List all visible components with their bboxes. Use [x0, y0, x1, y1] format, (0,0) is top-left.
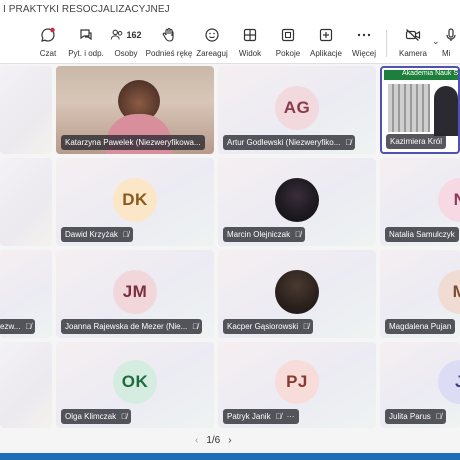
participant-name: Katarzyna Pawelek (Niezweryfikowa...	[61, 135, 205, 150]
mic-button[interactable]: Mi	[442, 26, 460, 58]
prev-page-chevron-icon[interactable]: ‹	[195, 435, 198, 446]
taskbar-strip	[0, 453, 460, 460]
more-options-icon[interactable]: ···	[287, 412, 295, 421]
participant-name: Patryk Janik 🎙̸ ···	[223, 409, 299, 424]
avatar: J	[438, 360, 460, 404]
mic-icon	[442, 26, 460, 44]
avatar: JM	[113, 270, 157, 314]
chat-label: Czat	[39, 49, 57, 58]
more-icon	[355, 26, 373, 44]
participant-tile[interactable]: N Natalia Samulczyk	[380, 158, 460, 246]
grid-view-icon	[241, 26, 259, 44]
participant-tile[interactable]: Katarzyna Pawelek (Niezweryfikowa...	[56, 66, 214, 154]
title-bar: I PRAKTYKI RESOCJALIZACYJNEJ	[0, 0, 460, 23]
participant-tile[interactable]: AG Artur Godlewski (Niezweryfiko... 🎙̸	[218, 66, 376, 154]
camera-off-icon	[404, 26, 422, 44]
smile-icon	[203, 26, 221, 44]
building-image	[388, 84, 430, 132]
rooms-label: Pokoje	[275, 49, 301, 58]
view-label: Widok	[238, 49, 262, 58]
participant-name: Olga Klimczak 🎙̸	[61, 409, 132, 424]
avatar: DK	[113, 178, 157, 222]
participant-tile[interactable]: JM Joanna Rajewska de Mezer (Nie... 🎙̸	[56, 250, 214, 338]
mic-off-icon: 🎙̸	[295, 230, 302, 239]
raise-hand-label: Podnieś rękę	[145, 49, 193, 58]
mic-off-icon: 🎙̸	[435, 412, 442, 421]
participant-name: Magdalena Pujan	[385, 319, 456, 334]
mic-off-icon: 🎙̸	[121, 412, 128, 421]
apps-label: Aplikacje	[309, 49, 342, 58]
toolbar-divider	[386, 30, 387, 57]
participant-tile[interactable]	[0, 158, 52, 246]
participant-tile[interactable]: J Julita Parus🎙̸	[380, 342, 460, 428]
page-indicator: 1/6	[206, 435, 221, 446]
avatar	[275, 178, 319, 222]
mic-off-icon: 🎙̸	[345, 138, 352, 147]
camera-label: Kamera	[398, 49, 427, 58]
background-banner: Akademia Nauk Sto	[384, 70, 458, 80]
mic-off-icon: 🎙̸	[192, 322, 199, 331]
mic-off-icon: 🎙̸	[122, 230, 129, 239]
more-label: Więcej	[351, 49, 376, 58]
window-title: I PRAKTYKI RESOCJALIZACYJNEJ	[3, 4, 170, 15]
avatar: M	[438, 270, 460, 314]
meeting-toolbar: Czat Pyt. i odp. 162 Osoby Podnieś rękę …	[0, 22, 460, 64]
chat-icon	[39, 26, 57, 44]
rooms-icon	[279, 26, 297, 44]
people-icon: 162	[108, 26, 144, 44]
participant-tile[interactable]	[0, 66, 52, 154]
qa-icon	[77, 26, 95, 44]
raise-hand-button[interactable]: Podnieś rękę	[145, 26, 193, 58]
people-button[interactable]: 162 Osoby	[104, 26, 148, 58]
participant-tile[interactable]	[0, 342, 52, 428]
avatar: AG	[275, 86, 319, 130]
participant-name: Natalia Samulczyk	[385, 227, 459, 242]
avatar: N	[438, 178, 460, 222]
mic-off-icon: 🎙̸	[275, 412, 282, 421]
qa-label: Pyt. i odp.	[68, 49, 104, 58]
participant-name: Marcin Olejniczak 🎙̸	[223, 227, 306, 242]
participant-video	[434, 86, 458, 136]
hand-icon	[160, 26, 178, 44]
plus-icon	[317, 26, 335, 44]
participant-tile[interactable]: Kacper Gąsiorowski 🎙̸	[218, 250, 376, 338]
pager: ‹ 1/6 ›	[195, 435, 232, 446]
mic-off-icon: 🎙̸	[25, 322, 32, 331]
participant-name: Julita Parus 🎙̸	[385, 409, 446, 424]
avatar: OK	[113, 360, 157, 404]
participant-tile[interactable]: Marcin Olejniczak 🎙̸	[218, 158, 376, 246]
participant-tile[interactable]: PJ Patryk Janik 🎙̸ ···	[218, 342, 376, 428]
participant-tile[interactable]: OK Olga Klimczak 🎙̸	[56, 342, 214, 428]
avatar: PJ	[275, 360, 319, 404]
participant-tile-active[interactable]: Akademia Nauk Sto Kazimiera Król	[380, 66, 460, 154]
react-label: Zareaguj	[196, 49, 228, 58]
participant-grid: Katarzyna Pawelek (Niezweryfikowa... AG …	[0, 64, 460, 429]
camera-button[interactable]: Kamera	[391, 26, 435, 58]
participant-name: ezw... 🎙̸	[0, 319, 36, 334]
people-count: 162	[126, 30, 142, 40]
participant-tile[interactable]: DK Dawid Krzyżak 🎙̸	[56, 158, 214, 246]
more-button[interactable]: Więcej	[342, 26, 386, 58]
mic-label: Mi	[442, 49, 451, 58]
next-page-chevron-icon[interactable]: ›	[228, 435, 231, 446]
participant-name: Joanna Rajewska de Mezer (Nie... 🎙̸	[61, 319, 203, 334]
participant-name: Kacper Gąsiorowski 🎙̸	[223, 319, 314, 334]
participant-tile[interactable]: M Magdalena Pujan	[380, 250, 460, 338]
participant-name: Dawid Krzyżak 🎙̸	[61, 227, 133, 242]
avatar	[275, 270, 319, 314]
camera-options-chevron-icon[interactable]: ⌄	[432, 36, 440, 47]
participant-name: Artur Godlewski (Niezweryfiko... 🎙̸	[223, 135, 356, 150]
qa-button[interactable]: Pyt. i odp.	[64, 26, 108, 58]
mic-off-icon: 🎙̸	[303, 322, 310, 331]
people-label: Osoby	[114, 49, 138, 58]
participant-name: Kazimiera Król	[386, 134, 447, 149]
participant-tile[interactable]: ezw... 🎙̸	[0, 250, 52, 338]
